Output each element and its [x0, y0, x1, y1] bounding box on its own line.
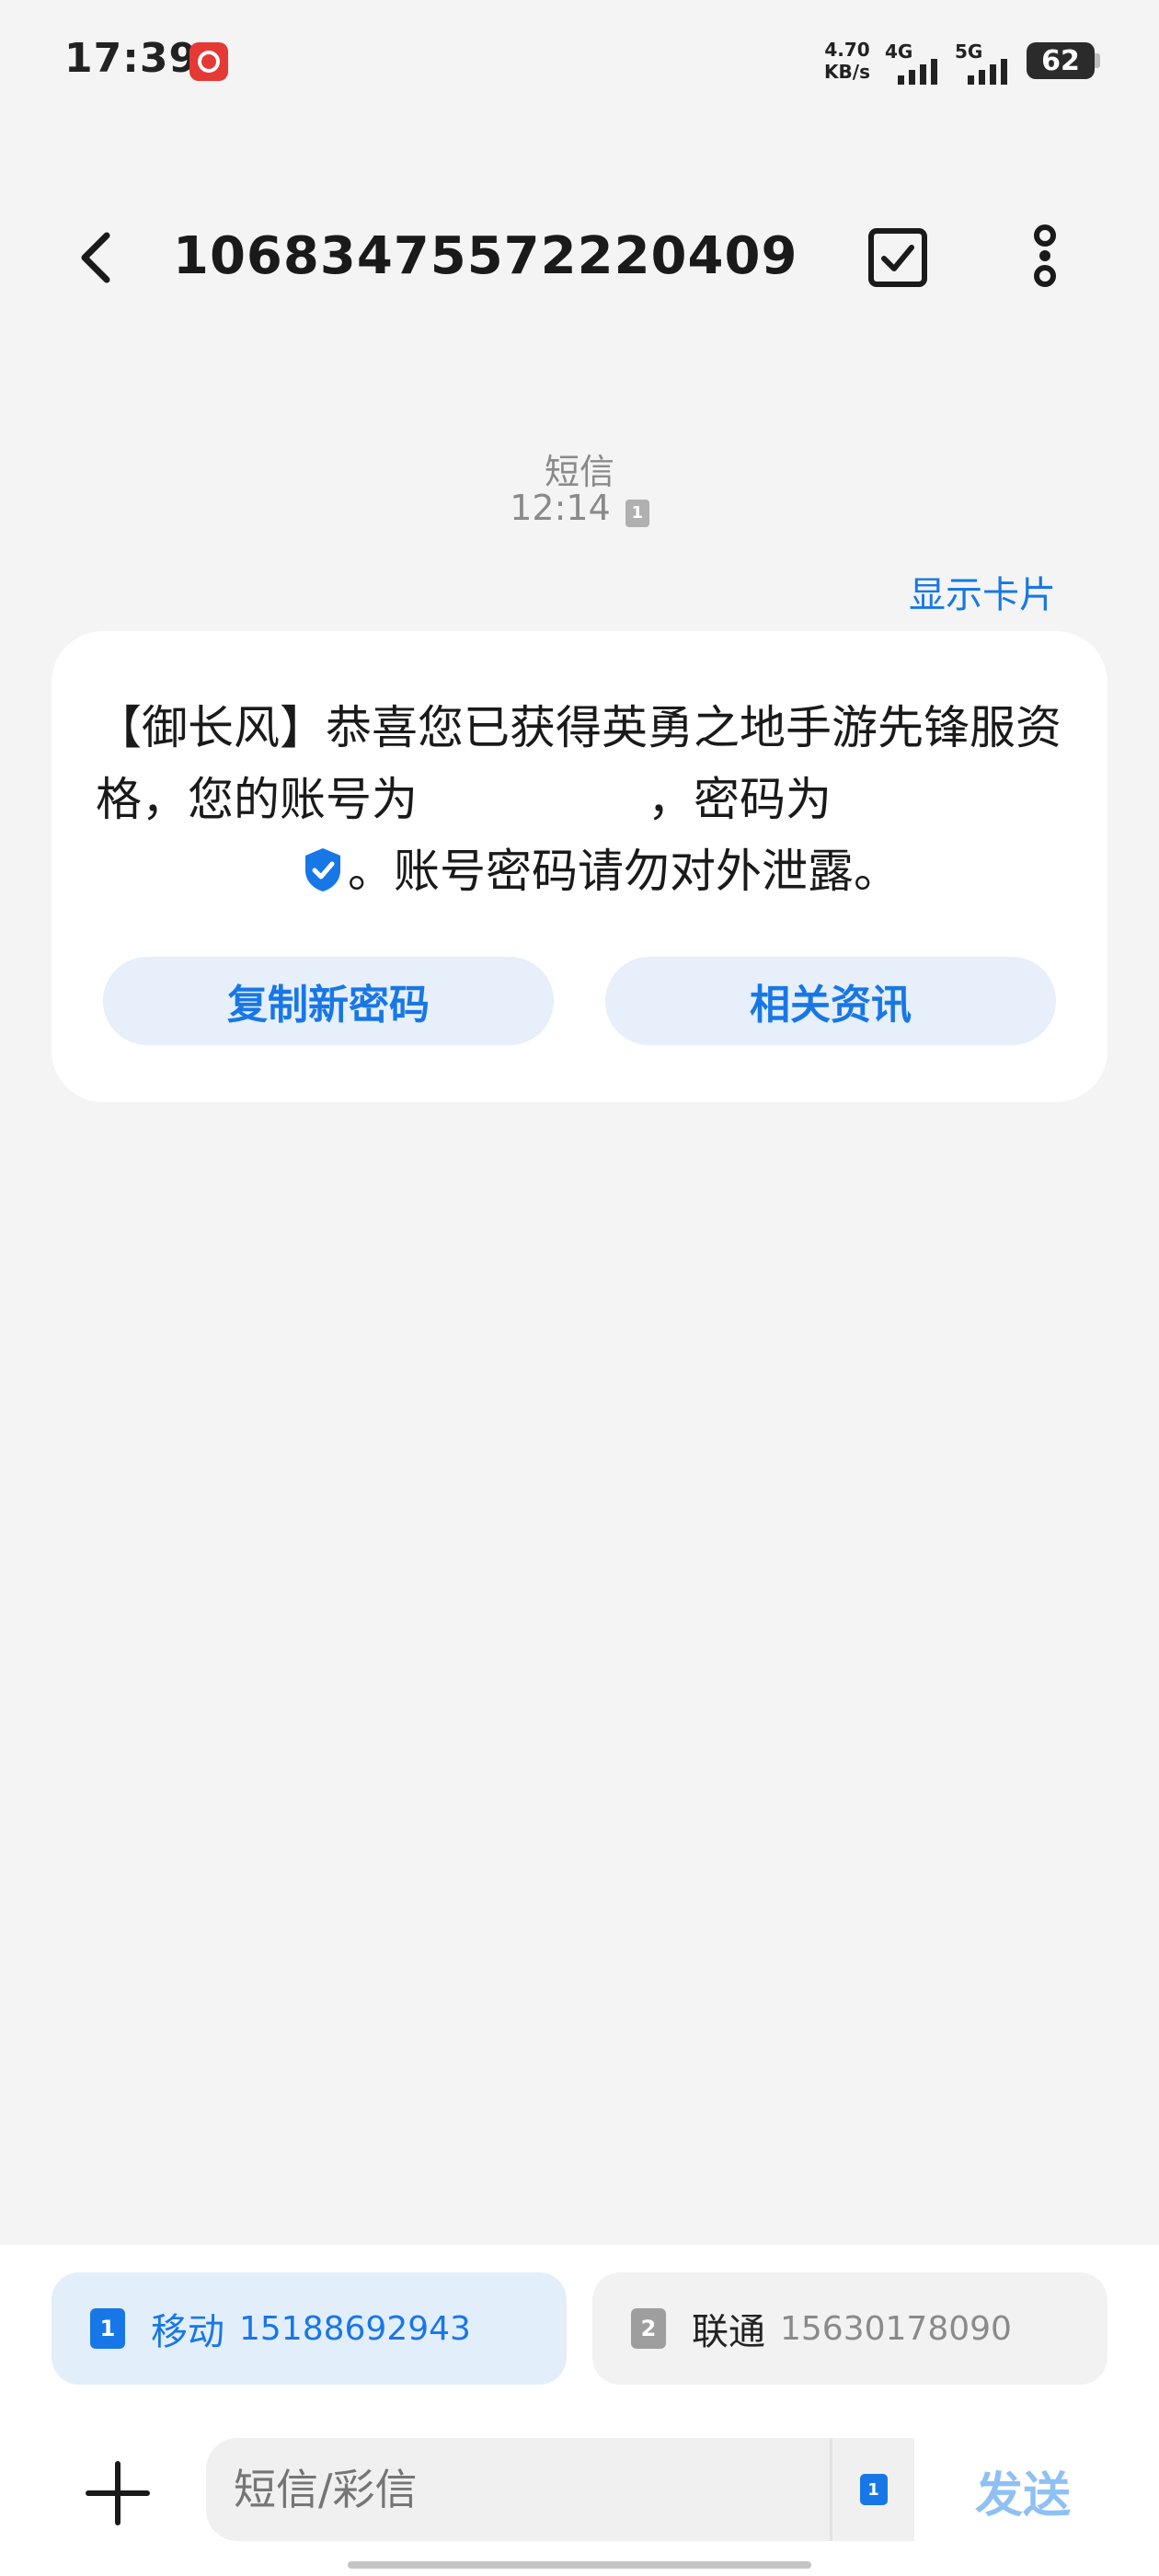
- related-news-button[interactable]: 相关资讯: [605, 957, 1056, 1045]
- back-button[interactable]: [70, 224, 121, 291]
- network-speed: 4.70 KB/s: [815, 39, 879, 83]
- sim1-icon: 1: [90, 2308, 125, 2349]
- sim-card-2[interactable]: 2 联通 15630178090: [592, 2272, 1107, 2385]
- sim1-number: 15188692943: [239, 2309, 471, 2348]
- sim2-number: 15630178090: [780, 2309, 1012, 2348]
- network-speed-value: 4.70: [824, 39, 870, 61]
- redacted-password: [96, 846, 298, 892]
- plus-icon: [86, 2461, 150, 2525]
- message-text-part3: 。账号密码请勿对外泄露。: [348, 845, 900, 898]
- sim-switch-button[interactable]: 1: [830, 2438, 914, 2541]
- message-input[interactable]: [206, 2438, 914, 2541]
- sim-switch-icon: 1: [859, 2474, 888, 2505]
- sim1-carrier: 移动: [151, 2311, 224, 2353]
- checkbox-icon: [868, 228, 927, 287]
- copy-password-button[interactable]: 复制新密码: [103, 957, 554, 1045]
- redacted-account: [418, 775, 648, 821]
- add-attachment-button[interactable]: [79, 2455, 156, 2532]
- sim2-icon: 2: [631, 2308, 666, 2349]
- more-vertical-icon: [1034, 224, 1056, 287]
- home-indicator[interactable]: [348, 2561, 811, 2569]
- message-type: 短信: [544, 452, 614, 492]
- network-speed-unit: KB/s: [824, 61, 870, 83]
- verified-badge-icon: [305, 848, 340, 891]
- chevron-left-icon: [81, 232, 110, 283]
- show-card-link[interactable]: 显示卡片: [909, 565, 1056, 618]
- more-options-button[interactable]: [1012, 224, 1078, 291]
- music-app-icon: [189, 42, 228, 81]
- sim2-carrier: 联通: [692, 2311, 765, 2353]
- conversation-title: 10683475572220409: [173, 226, 798, 286]
- select-button[interactable]: [865, 224, 931, 291]
- sim-indicator-icon: 1: [625, 500, 649, 527]
- battery-icon: 62: [1027, 42, 1100, 79]
- status-time: 17:39: [64, 35, 199, 82]
- message-text[interactable]: 【御长风】恭喜您已获得英勇之地手游先锋服资格，您的账号为 ，密码为 。账号密码请勿对…: [96, 692, 1071, 907]
- sim-card-1[interactable]: 1 移动 15188692943: [52, 2272, 567, 2385]
- message-time: 12:14 1: [0, 488, 1159, 528]
- message-time-value: 12:14: [510, 488, 611, 528]
- message-text-part2: ，密码为: [648, 773, 832, 826]
- battery-level: 62: [1041, 44, 1080, 77]
- send-button[interactable]: 发送: [975, 2456, 1071, 2525]
